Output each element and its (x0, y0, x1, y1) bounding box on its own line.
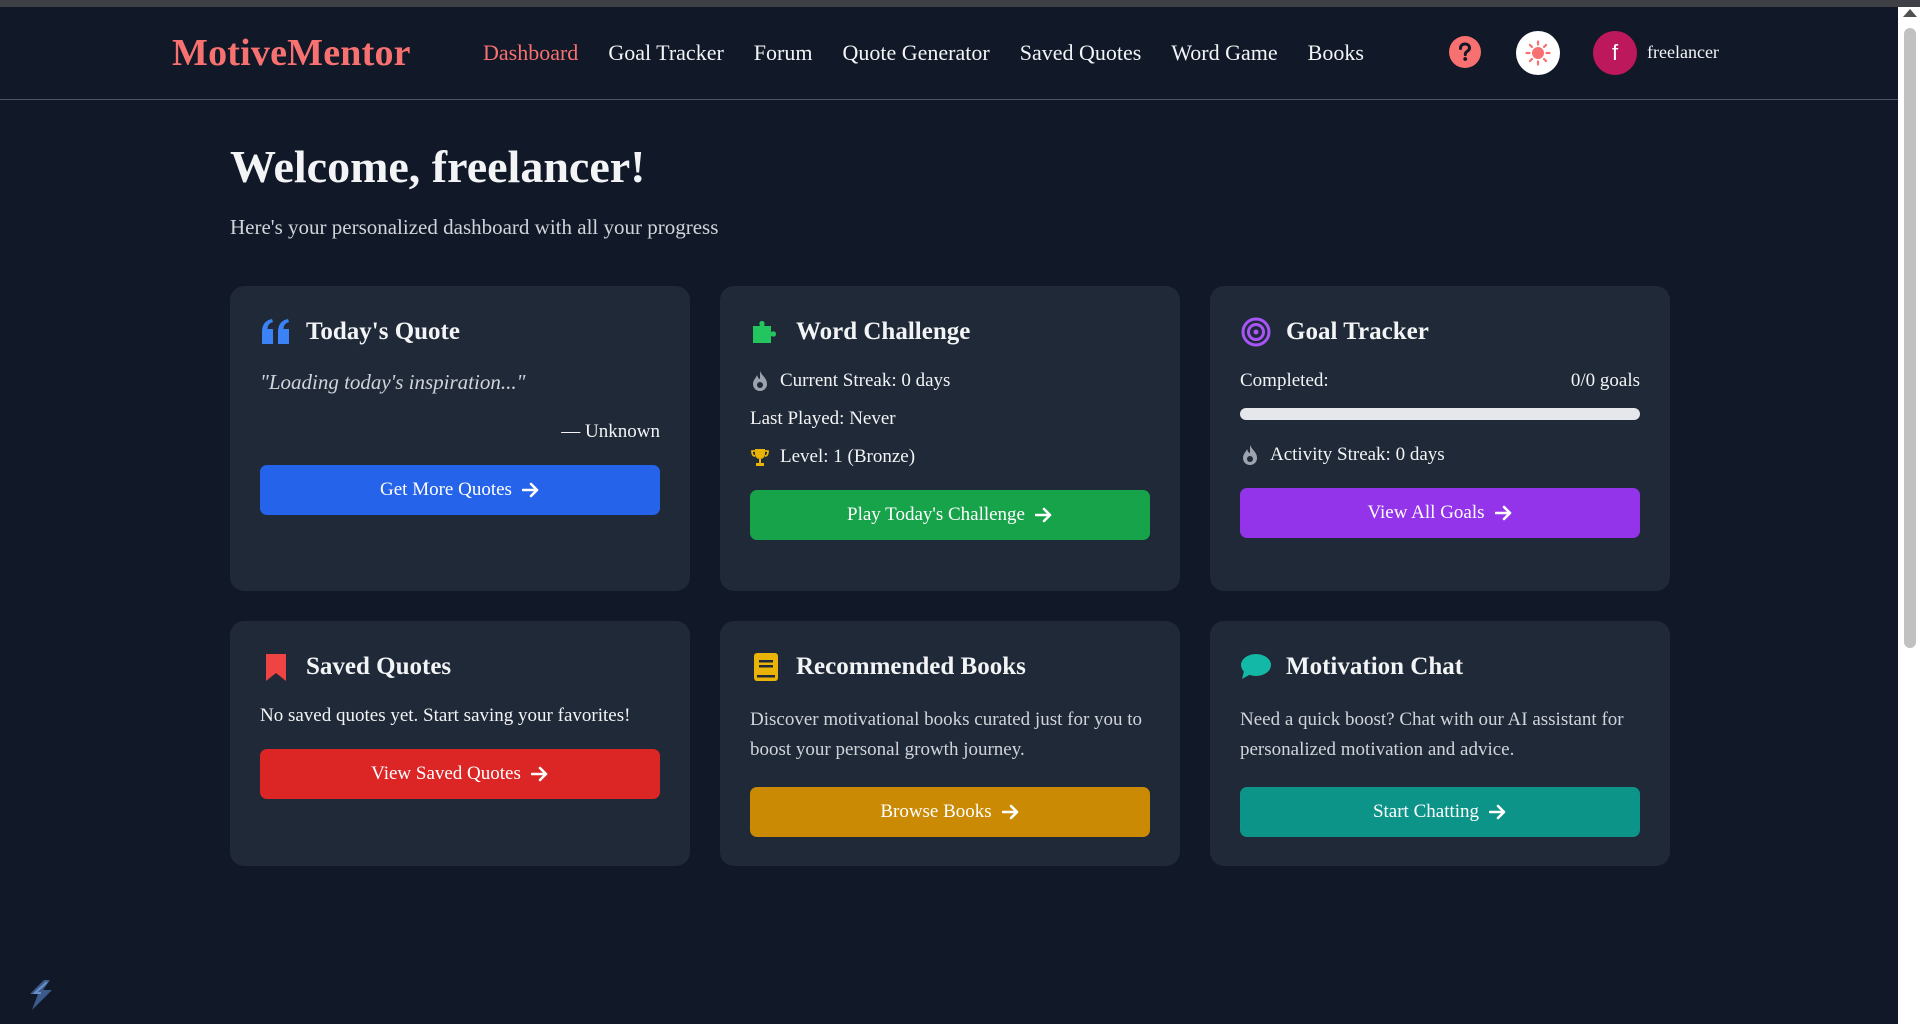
puzzle-icon (750, 316, 782, 348)
recommended-books-card: Recommended Books Discover motivational … (720, 621, 1180, 866)
bottom-left-logo-icon[interactable] (26, 978, 56, 1017)
card-title: Recommended Books (796, 653, 1026, 680)
theme-toggle-button[interactable] (1516, 31, 1560, 75)
page-title: Welcome, freelancer! (230, 141, 646, 192)
word-challenge-card: Word Challenge Current Streak: 0 days La… (720, 286, 1180, 591)
bookmark-icon (260, 651, 292, 683)
goal-tracker-card: Goal Tracker Completed: 0/0 goals Activi… (1210, 286, 1670, 591)
current-streak: Current Streak: 0 days (780, 370, 951, 391)
chat-description: Need a quick boost? Chat with our AI ass… (1240, 709, 1624, 760)
nav-word-game[interactable]: Word Game (1171, 40, 1277, 66)
motivation-chat-card: Motivation Chat Need a quick boost? Chat… (1210, 621, 1670, 866)
scrollbar-thumb[interactable] (1904, 28, 1916, 648)
chat-bubble-icon (1240, 651, 1272, 683)
books-description: Discover motivational books curated just… (750, 709, 1143, 760)
arrow-right-icon (530, 766, 548, 782)
button-label: Get More Quotes (380, 479, 512, 500)
card-title: Motivation Chat (1286, 653, 1464, 680)
level-text: Level: 1 (Bronze) (780, 446, 916, 467)
main-nav: Dashboard Goal Tracker Forum Quote Gener… (483, 40, 1364, 66)
completed-value: 0/0 goals (1570, 370, 1640, 391)
saved-quotes-text: No saved quotes yet. Start saving your f… (260, 705, 631, 726)
arrow-right-icon (1489, 804, 1506, 820)
question-icon (1459, 42, 1472, 61)
app-logo[interactable]: MotiveMentor (172, 31, 411, 75)
browser-top-strip (0, 0, 1920, 7)
completed-label: Completed: (1240, 370, 1329, 391)
help-button[interactable] (1449, 36, 1481, 68)
page-subtitle: Here's your personalized dashboard with … (230, 215, 719, 239)
button-label: Play Today's Challenge (847, 504, 1025, 525)
quote-icon (260, 316, 292, 348)
scroll-up-arrow-icon[interactable] (1903, 9, 1917, 17)
arrow-right-icon (521, 482, 539, 498)
nav-books[interactable]: Books (1308, 40, 1364, 66)
nav-saved-quotes[interactable]: Saved Quotes (1020, 40, 1142, 66)
start-chatting-button[interactable]: Start Chatting (1240, 787, 1640, 837)
button-label: View All Goals (1367, 502, 1485, 523)
card-title: Saved Quotes (306, 653, 452, 680)
goal-progress-bar (1240, 408, 1640, 420)
nav-goal-tracker[interactable]: Goal Tracker (608, 40, 723, 66)
button-label: Browse Books (880, 801, 992, 822)
play-todays-challenge-button[interactable]: Play Today's Challenge (750, 490, 1150, 540)
target-icon (1240, 316, 1272, 348)
card-title: Word Challenge (796, 318, 971, 345)
flame-icon (753, 371, 767, 391)
user-avatar[interactable]: f (1593, 31, 1637, 75)
arrow-right-icon (1001, 804, 1018, 820)
quote-author: — Unknown (561, 421, 660, 442)
button-label: Start Chatting (1372, 801, 1480, 822)
nav-quote-generator[interactable]: Quote Generator (842, 40, 989, 66)
trophy-icon (751, 449, 769, 466)
book-icon (750, 651, 782, 683)
activity-streak: Activity Streak: 0 days (1270, 444, 1445, 465)
flame-icon (1243, 445, 1257, 465)
card-title: Today's Quote (306, 318, 460, 345)
view-saved-quotes-button[interactable]: View Saved Quotes (260, 749, 660, 799)
quote-text: "Loading today's inspiration..." (260, 370, 526, 394)
nav-dashboard[interactable]: Dashboard (483, 40, 578, 66)
top-navbar: MotiveMentor Dashboard Goal Tracker Foru… (0, 7, 1898, 100)
last-played: Last Played: Never (750, 408, 896, 429)
sun-icon (1525, 40, 1551, 66)
arrow-right-icon (1494, 505, 1511, 521)
card-title: Goal Tracker (1286, 318, 1429, 345)
button-label: View Saved Quotes (371, 763, 521, 784)
todays-quote-card: Today's Quote "Loading today's inspirati… (230, 286, 690, 591)
view-all-goals-button[interactable]: View All Goals (1240, 488, 1640, 538)
nav-forum[interactable]: Forum (754, 40, 813, 66)
saved-quotes-card: Saved Quotes No saved quotes yet. Start … (230, 621, 690, 866)
arrow-right-icon (1035, 507, 1052, 523)
get-more-quotes-button[interactable]: Get More Quotes (260, 465, 660, 515)
username-label[interactable]: freelancer (1647, 42, 1719, 63)
browse-books-button[interactable]: Browse Books (750, 787, 1150, 837)
